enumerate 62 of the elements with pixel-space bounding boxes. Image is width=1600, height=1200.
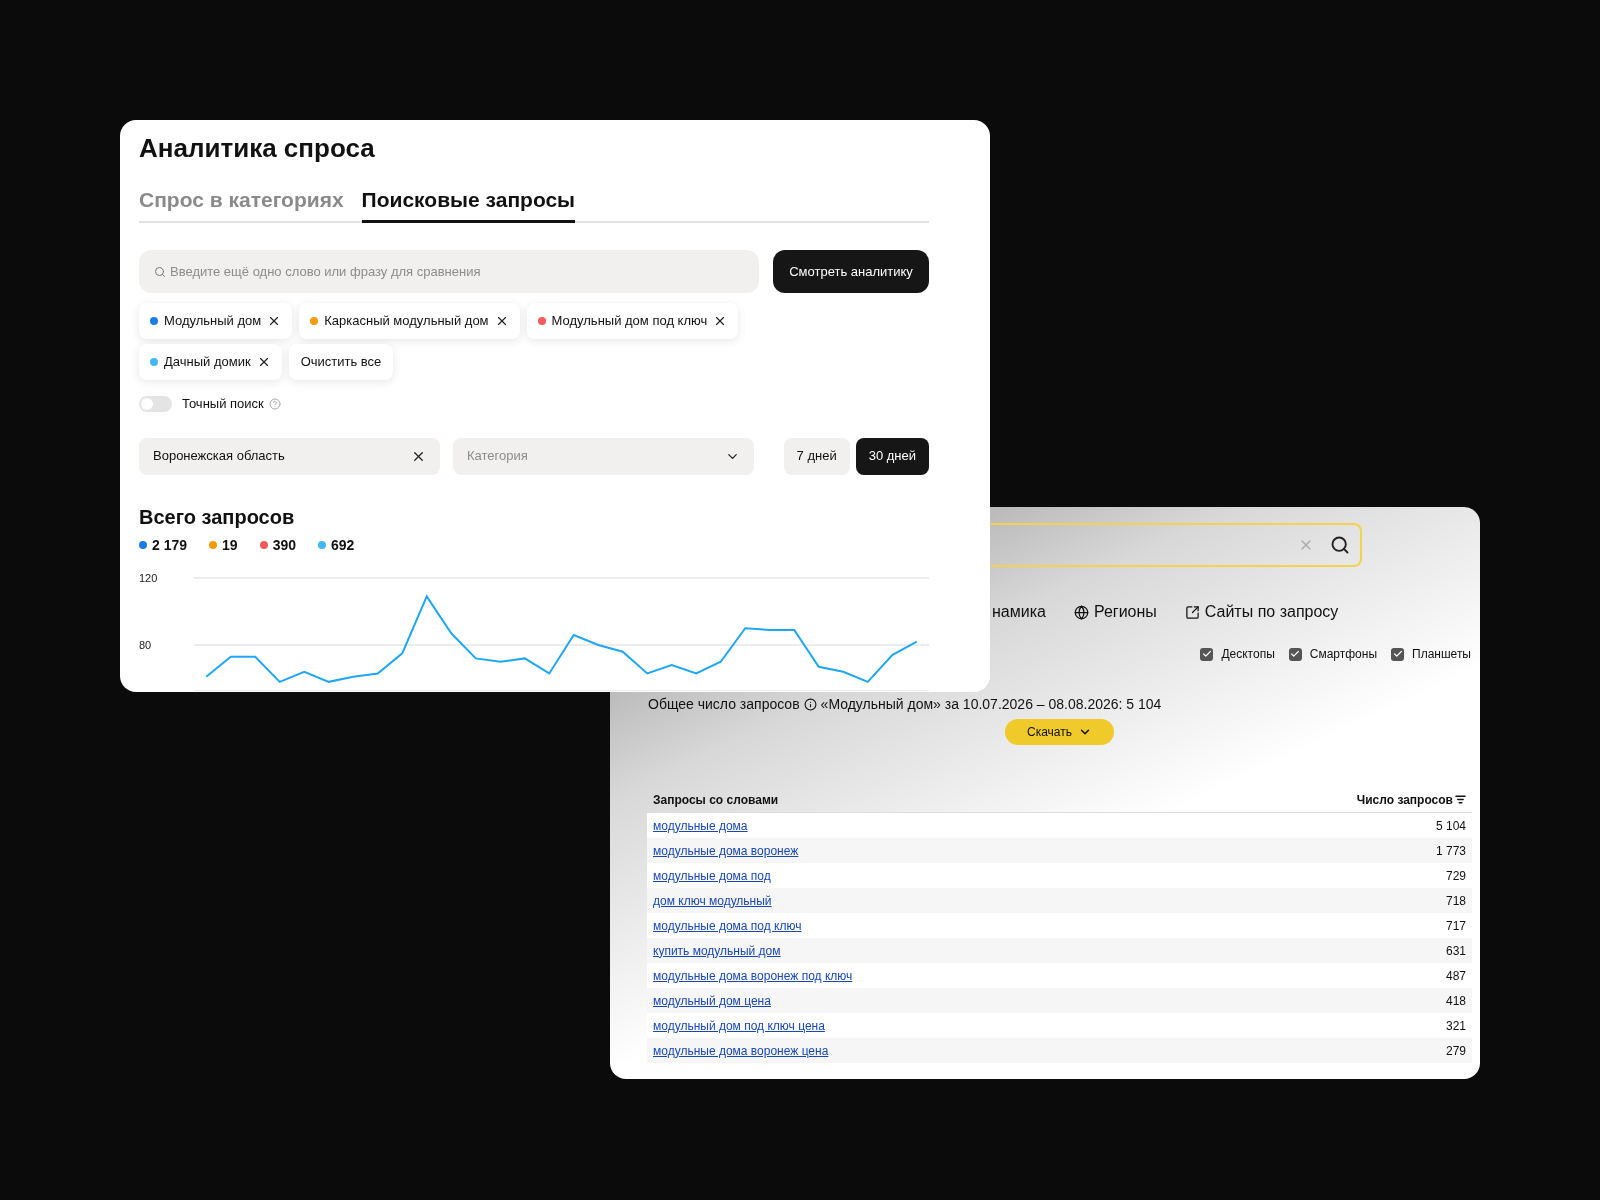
count-cell-text: 279 — [1445, 1042, 1466, 1060]
device-checkbox[interactable]: Планшеты — [1391, 645, 1471, 663]
query-link[interactable]: модульные дома воронеж под ключ — [653, 966, 853, 985]
count-cell-text: 418 — [1445, 992, 1466, 1010]
period-button[interactable]: 7 дней — [783, 437, 850, 475]
chip-label: Дачный домик — [164, 353, 251, 372]
summary-text: Общее число запросов — [648, 695, 800, 713]
query-link[interactable]: модульные дома воронеж цена — [653, 1041, 829, 1060]
device-checkbox[interactable]: Десктопы — [1200, 645, 1275, 663]
count-cell-text: 717 — [1445, 917, 1466, 935]
query-link[interactable]: купить модульный дом — [653, 941, 781, 960]
sort-icon — [1455, 794, 1466, 805]
globe-icon — [1073, 604, 1089, 620]
clear-all-button[interactable]: Очистить все — [288, 344, 394, 380]
toggle-label: Точный поиск — [182, 395, 264, 413]
region-field[interactable]: Воронежская область — [139, 437, 440, 475]
column-header[interactable]: Число запросов — [1356, 790, 1466, 809]
period-button[interactable]: 30 дней — [855, 437, 929, 475]
search-icon — [154, 266, 166, 278]
query-link[interactable]: модульные дома — [653, 816, 748, 835]
info-icon[interactable] — [803, 697, 817, 711]
legend-value: 390 — [272, 535, 296, 555]
view-analytics-button[interactable]: Смотреть аналитику — [773, 250, 929, 293]
query-link[interactable]: модульный дом под ключ цена — [653, 1016, 825, 1035]
legend-value: 2 179 — [152, 535, 188, 555]
count-cell-text: 1 773 — [1435, 842, 1466, 860]
chip-label: Каркасный модульный дом — [324, 312, 489, 331]
query-link[interactable]: модульные дома под — [653, 866, 771, 885]
checkbox[interactable] — [1200, 647, 1214, 661]
search-icon[interactable] — [1330, 535, 1350, 555]
download-button[interactable]: Скачать — [1005, 719, 1114, 745]
query-link[interactable]: модульный дом цена — [653, 991, 771, 1010]
column-header: Запросы со словами — [653, 791, 779, 809]
external-link-icon — [1184, 604, 1200, 620]
count-cell-text: 487 — [1445, 967, 1466, 985]
nav-tab[interactable]: Регионы — [1073, 601, 1157, 623]
checkbox[interactable] — [1391, 647, 1405, 661]
legend-value: 692 — [331, 535, 355, 555]
axis-label: 120 — [139, 571, 158, 584]
chip-label: Модульный дом под ключ — [551, 312, 708, 331]
query-link[interactable]: модульные дома воронеж — [653, 841, 799, 860]
count-cell-text: 631 — [1445, 942, 1466, 960]
search-field[interactable] — [991, 523, 1362, 567]
nav-tab[interactable]: Сайты по запросу — [1184, 601, 1339, 623]
count-cell-text: 5 104 — [1435, 817, 1466, 835]
query-link[interactable]: модульные дома под ключ — [653, 916, 802, 935]
count-cell-text: 729 — [1445, 867, 1466, 885]
query-link[interactable]: дом ключ модульный — [653, 891, 772, 910]
tab[interactable]: Поисковые запросы — [361, 186, 576, 223]
page-title: Аналитика спроса — [139, 132, 375, 164]
device-checkbox[interactable]: Смартфоны — [1288, 645, 1378, 663]
count-cell-text: 718 — [1445, 892, 1466, 910]
legend-value: 19 — [222, 535, 238, 555]
checkbox[interactable] — [1288, 647, 1302, 661]
count-cell-text: 321 — [1445, 1017, 1466, 1035]
section-title: Всего запросов — [139, 504, 295, 529]
chip-label: Модульный дом — [164, 312, 262, 331]
nav-tab[interactable]: намика — [992, 601, 1046, 623]
axis-label: 80 — [139, 638, 152, 651]
summary-text: «Модульный дом» за 10.07.2026 – 08.08.2026: 5 104 — [820, 695, 1162, 713]
toggle-switch[interactable] — [139, 395, 172, 412]
search-field[interactable]: Введите ещё одно слово или фразу для сравнения — [139, 250, 759, 293]
